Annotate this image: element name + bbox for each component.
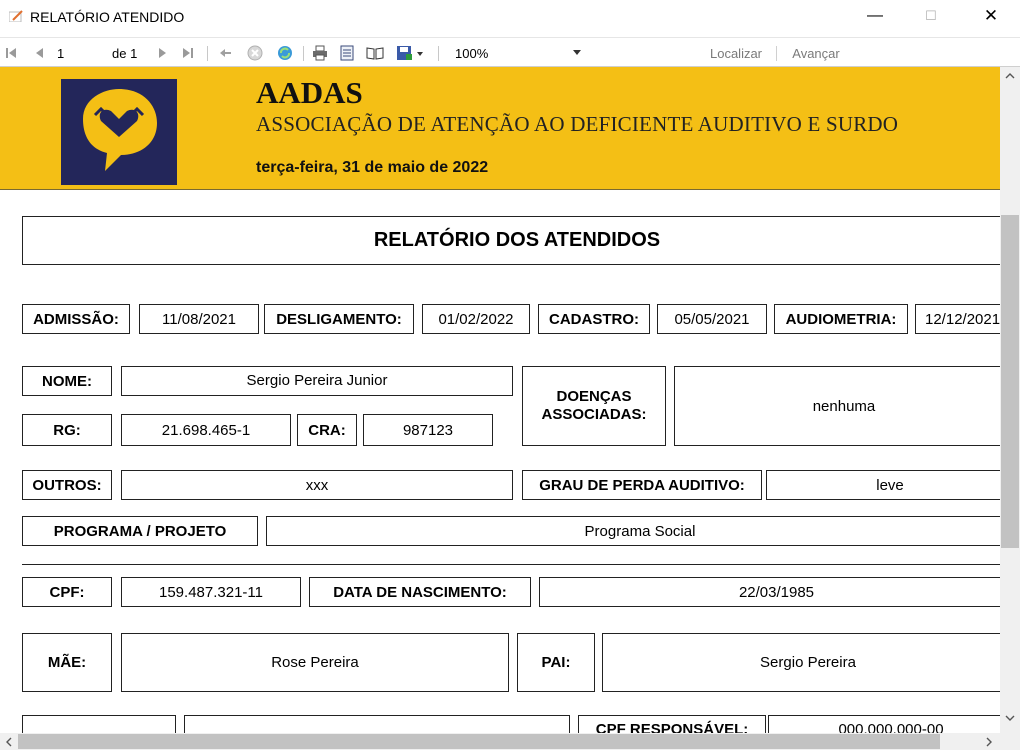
outros-label: OUTROS:: [22, 470, 112, 500]
first-page-button[interactable]: [4, 43, 18, 63]
first-page-icon: [6, 48, 16, 58]
pai-label: PAI:: [517, 633, 595, 692]
nome-value: Sergio Pereira Junior: [121, 366, 513, 396]
window-title: RELATÓRIO ATENDIDO: [30, 9, 185, 25]
programa-label: PROGRAMA / PROJETO: [22, 516, 258, 546]
grau-perda-value: leve: [766, 470, 1000, 500]
toolbar-separator: [303, 46, 304, 61]
nascimento-value: 22/03/1985: [539, 577, 1000, 607]
cadastro-value: 05/05/2021: [657, 304, 767, 334]
doencas-label: DOENÇAS ASSOCIADAS:: [522, 366, 666, 446]
outros-value: xxx: [121, 470, 513, 500]
section-divider: [22, 564, 1000, 565]
stop-button[interactable]: [246, 43, 264, 63]
refresh-button[interactable]: [276, 43, 294, 63]
save-export-icon: [397, 46, 423, 60]
last-page-icon: [183, 48, 193, 58]
scroll-down-icon[interactable]: [1005, 715, 1015, 722]
book-icon: [366, 47, 384, 60]
mae-value: Rose Pereira: [121, 633, 509, 692]
report-pencil-icon: [9, 10, 23, 22]
horizontal-scrollbar[interactable]: [0, 733, 1020, 750]
cra-label: CRA:: [297, 414, 357, 446]
title-bar: RELATÓRIO ATENDIDO — ☐ ✕: [0, 0, 1020, 34]
report-date: terça-feira, 31 de maio de 2022: [256, 159, 489, 176]
cpf-responsavel-label: CPF RESPONSÁVEL:: [578, 715, 766, 733]
zoom-select[interactable]: 100%: [455, 43, 585, 63]
refresh-icon: [278, 46, 292, 60]
cpf-responsavel-value: 000.000.000-00: [768, 715, 1000, 733]
admissao-label: ADMISSÃO:: [22, 304, 130, 334]
cra-value: 987123: [363, 414, 493, 446]
close-button[interactable]: ✕: [968, 0, 1014, 32]
responsavel-value-box: [184, 715, 570, 733]
report-viewport: AADAS ASSOCIAÇÃO DE ATENÇÃO AO DEFICIENT…: [0, 67, 1000, 733]
nome-label: NOME:: [22, 366, 112, 396]
vertical-scrollbar[interactable]: [1000, 67, 1020, 733]
minimize-button[interactable]: —: [852, 0, 898, 32]
responsavel-label-box: [22, 715, 176, 733]
horizontal-scroll-thumb[interactable]: [18, 734, 940, 749]
nascimento-label: DATA DE NASCIMENTO:: [309, 577, 531, 607]
cpf-value: 159.487.321-11: [121, 577, 301, 607]
scroll-up-icon[interactable]: [1005, 72, 1015, 79]
heart-hands-logo-icon: [83, 89, 157, 171]
previous-page-button[interactable]: [32, 43, 46, 63]
print-icon: [313, 45, 327, 61]
desligamento-value: 01/02/2022: [422, 304, 530, 334]
chevron-down-icon: [573, 50, 581, 55]
stop-icon: [247, 45, 263, 61]
organization-acronym: AADAS: [256, 75, 363, 110]
find-link[interactable]: Localizar: [706, 43, 766, 63]
page-setup-button[interactable]: [366, 43, 384, 63]
doencas-value: nenhuma: [674, 366, 1000, 446]
admissao-value: 11/08/2021: [139, 304, 259, 334]
current-page-input[interactable]: 1: [57, 43, 97, 63]
toolbar-separator: [207, 46, 208, 61]
aadas-logo: [61, 79, 177, 185]
next-page-icon: [159, 48, 166, 58]
next-find-link[interactable]: Avançar: [788, 43, 844, 63]
scroll-left-icon[interactable]: [5, 737, 12, 747]
vertical-scroll-thumb[interactable]: [1001, 215, 1019, 548]
zoom-value: 100%: [455, 45, 489, 61]
cadastro-label: CADASTRO:: [538, 304, 650, 334]
desligamento-label: DESLIGAMENTO:: [264, 304, 414, 334]
back-arrow-icon: [220, 49, 231, 57]
close-icon: ✕: [983, 6, 999, 25]
audiometria-value: 12/12/2021: [915, 304, 1000, 334]
maximize-icon: ☐: [925, 8, 937, 23]
page-layout-icon: [340, 45, 354, 61]
export-button[interactable]: [395, 43, 425, 63]
programa-value: Programa Social: [266, 516, 1000, 546]
pai-value: Sergio Pereira: [602, 633, 1000, 692]
rg-label: RG:: [22, 414, 112, 446]
report-title: RELATÓRIO DOS ATENDIDOS: [22, 216, 1000, 265]
total-pages-label: de 1: [112, 45, 138, 61]
minimize-icon: —: [867, 7, 883, 24]
previous-page-icon: [36, 48, 43, 58]
organization-name: ASSOCIAÇÃO DE ATENÇÃO AO DEFICIENTE AUDI…: [256, 112, 899, 136]
cpf-label: CPF:: [22, 577, 112, 607]
rg-value: 21.698.465-1: [121, 414, 291, 446]
mae-label: MÃE:: [22, 633, 112, 692]
report-toolbar: 1 de 1 100% Localizar Avançar: [0, 37, 1020, 67]
back-button[interactable]: [218, 43, 234, 63]
maximize-button[interactable]: ☐: [908, 0, 954, 32]
print-layout-button[interactable]: [338, 43, 356, 63]
grau-perda-label: GRAU DE PERDA AUDITIVO:: [522, 470, 762, 500]
print-button[interactable]: [311, 43, 329, 63]
next-page-button[interactable]: [156, 43, 170, 63]
report-header-banner: AADAS ASSOCIAÇÃO DE ATENÇÃO AO DEFICIENT…: [0, 67, 1000, 190]
scroll-right-icon[interactable]: [986, 737, 993, 747]
toolbar-separator: [438, 46, 439, 61]
report-viewer-window: RELATÓRIO ATENDIDO — ☐ ✕ 1 de 1 100% Loc…: [0, 0, 1020, 750]
toolbar-separator: [776, 46, 777, 61]
audiometria-label: AUDIOMETRIA:: [774, 304, 908, 334]
last-page-button[interactable]: [180, 43, 196, 63]
